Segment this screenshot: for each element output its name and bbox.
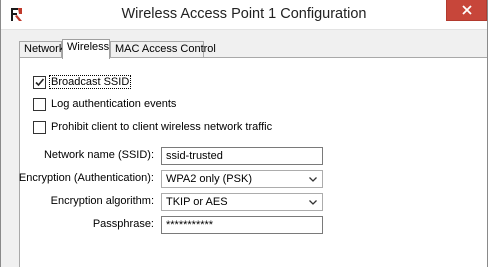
encryption-authentication-select[interactable]: WPA2 only (PSK) (161, 170, 323, 188)
encryption-authentication-label: Encryption (Authentication): (18, 172, 154, 184)
close-button[interactable] (446, 0, 487, 21)
passphrase-input[interactable]: *********** (161, 216, 323, 234)
network-name-input[interactable]: ssid-trusted (161, 147, 323, 165)
chevron-down-icon (309, 177, 317, 182)
passphrase-row: Passphrase: *********** (1, 216, 488, 234)
encryption-algorithm-row: Encryption algorithm: TKIP or AES (1, 193, 488, 211)
prohibit-client-traffic-option[interactable]: Prohibit client to client wireless netwo… (33, 120, 272, 134)
close-icon (461, 5, 472, 15)
log-authentication-option[interactable]: Log authentication events (33, 97, 176, 111)
window-title: Wireless Access Point 1 Configuration (121, 6, 367, 22)
title-bar[interactable]: Wireless Access Point 1 Configuration (1, 0, 487, 30)
broadcast-ssid-checkbox[interactable] (33, 75, 46, 89)
tab-mac-access-control[interactable]: MAC Access Control (110, 41, 216, 58)
log-authentication-checkbox[interactable] (33, 97, 46, 111)
tab-network[interactable]: Network (19, 41, 64, 58)
tab-wireless[interactable]: Wireless (62, 39, 110, 59)
passphrase-label: Passphrase: (92, 218, 154, 230)
encryption-algorithm-label: Encryption algorithm: (50, 195, 154, 207)
encryption-authentication-row: Encryption (Authentication): WPA2 only (… (1, 170, 488, 188)
encryption-algorithm-value: TKIP or AES (166, 196, 228, 208)
log-authentication-label: Log authentication events (51, 98, 177, 110)
network-name-label: Network name (SSID): (43, 149, 154, 161)
broadcast-ssid-label: Broadcast SSID (48, 75, 132, 89)
prohibit-client-traffic-checkbox[interactable] (33, 120, 46, 134)
prohibit-client-traffic-label: Prohibit client to client wireless netwo… (51, 121, 273, 133)
encryption-authentication-value: WPA2 only (PSK) (166, 173, 252, 185)
broadcast-ssid-option[interactable]: Broadcast SSID (33, 75, 132, 89)
checkmark-icon (35, 77, 45, 86)
network-name-row: Network name (SSID): ssid-trusted (1, 147, 488, 165)
configuration-window: Wireless Access Point 1 Configuration Ne… (0, 0, 488, 267)
encryption-algorithm-select[interactable]: TKIP or AES (161, 193, 323, 211)
chevron-down-icon (309, 200, 317, 205)
